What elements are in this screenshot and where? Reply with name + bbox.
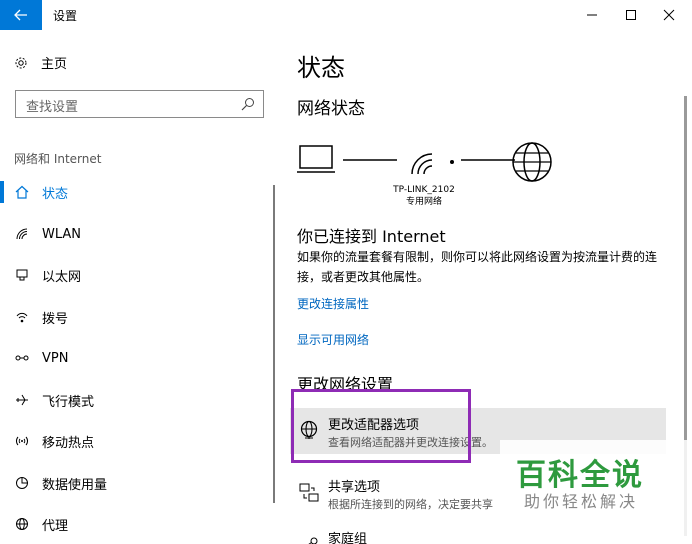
sidebar-item-label: 以太网 [42, 269, 82, 285]
home-label: 主页 [41, 57, 68, 72]
network-name: TP-LINK_2102 [393, 185, 455, 195]
sidebar-item-hotspot[interactable]: 移动热点 [0, 424, 270, 458]
dialup-icon [14, 309, 30, 325]
network-diagram [297, 142, 552, 182]
network-status-heading: 网络状态 [297, 99, 365, 119]
connected-description: 如果你的流量套餐有限制，则你可以将此网络设置为按流量计费的连接，或者更改其他属性… [297, 250, 658, 284]
network-label: TP-LINK_2102 专用网络 [384, 184, 464, 208]
sidebar-item-ethernet[interactable]: 以太网 [0, 258, 270, 292]
laptop-icon [297, 145, 335, 173]
option-subtitle: 根据所连接到的网络，决定要共享 [328, 498, 493, 511]
sidebar-item-label: 数据使用量 [42, 477, 108, 493]
page-title: 状态 [297, 54, 345, 82]
wifi-signal-icon [411, 153, 433, 175]
dot-separator [450, 160, 454, 164]
search-icon [241, 98, 254, 111]
sharing-icon [299, 483, 319, 502]
arrow-left-icon [14, 9, 27, 21]
sidebar-item-status[interactable]: 状态 [0, 175, 270, 209]
ethernet-icon [14, 267, 30, 283]
sidebar-item-label: VPN [42, 350, 69, 366]
sidebar-item-label: 飞行模式 [42, 394, 95, 410]
minimize-button[interactable] [575, 0, 609, 30]
highlight-annotation-box [291, 389, 471, 463]
close-button[interactable] [652, 0, 686, 30]
sidebar-item-airplane[interactable]: 飞行模式 [0, 383, 270, 417]
sidebar-item-label: 代理 [42, 518, 69, 534]
sidebar: 主页 查找设置 网络和 Internet 状态 WLAN 以太网 拨号 VPN … [0, 30, 282, 544]
close-icon [663, 9, 675, 21]
option-title: 家庭组 [328, 532, 368, 544]
show-available-networks-link[interactable]: 显示可用网络 [297, 331, 369, 348]
section-label: 网络和 Internet [14, 152, 102, 166]
network-type: 专用网络 [405, 197, 442, 207]
sidebar-item-wlan[interactable]: WLAN [0, 217, 270, 251]
window-title: 设置 [53, 9, 78, 23]
internet-globe-icon [512, 142, 552, 182]
sidebar-item-label: 状态 [42, 186, 69, 202]
minimize-icon [587, 14, 597, 16]
homegroup-icon [308, 537, 318, 544]
sidebar-item-label: 拨号 [42, 311, 69, 327]
title-bar: 设置 [0, 0, 692, 30]
data-usage-icon [14, 475, 30, 491]
vpn-icon [14, 350, 30, 366]
watermark-slogan: 助你轻松解决 [524, 492, 639, 511]
search-input[interactable]: 查找设置 [15, 90, 264, 118]
change-connection-properties-link[interactable]: 更改连接属性 [297, 295, 369, 312]
sidebar-item-data-usage[interactable]: 数据使用量 [0, 466, 270, 500]
sidebar-item-vpn[interactable]: VPN [0, 341, 270, 375]
connected-heading: 你已连接到 Internet [297, 227, 446, 246]
sidebar-item-dialup[interactable]: 拨号 [0, 300, 270, 334]
option-title: 共享选项 [328, 480, 381, 495]
wifi-icon [14, 226, 30, 242]
hotspot-icon [14, 433, 30, 449]
home-nav-item[interactable]: 主页 [14, 53, 67, 72]
sidebar-item-proxy[interactable]: 代理 [0, 507, 270, 541]
maximize-icon [626, 10, 636, 20]
airplane-icon [14, 392, 30, 408]
sidebar-scrollbar[interactable] [273, 185, 275, 503]
back-button[interactable] [0, 0, 42, 30]
maximize-button[interactable] [614, 0, 648, 30]
gear-icon [14, 56, 28, 70]
home-status-icon [14, 184, 30, 200]
globe-icon [14, 516, 30, 532]
watermark: 百科全说 助你轻松解决 [500, 440, 692, 544]
search-placeholder: 查找设置 [26, 100, 79, 115]
sidebar-item-label: WLAN [42, 226, 82, 242]
sidebar-item-label: 移动热点 [42, 435, 95, 451]
